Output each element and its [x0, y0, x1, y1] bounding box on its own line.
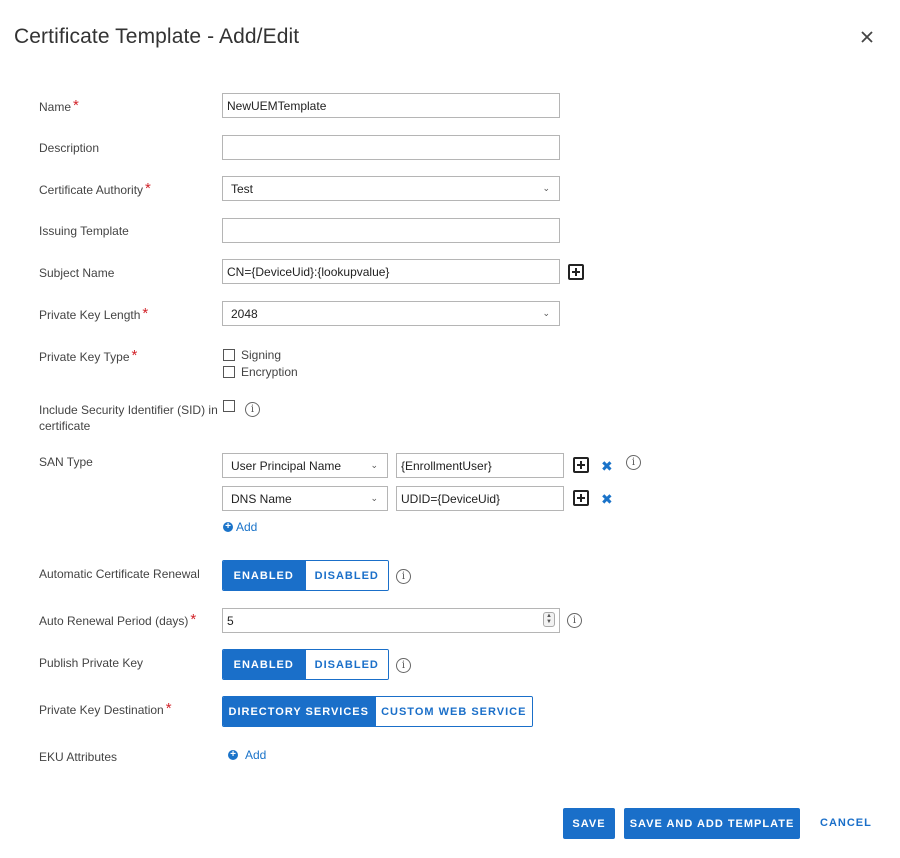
required-marker: *: [190, 611, 197, 628]
ca-select[interactable]: Test ⌄: [222, 176, 560, 201]
chevron-down-icon: ⌄: [370, 493, 378, 503]
info-icon[interactable]: i: [245, 402, 260, 417]
chevron-down-icon: ⌄: [542, 183, 550, 193]
encryption-label: Encryption: [241, 365, 298, 379]
dialog-title: Certificate Template - Add/Edit: [14, 25, 300, 48]
required-marker: *: [73, 97, 79, 114]
ca-label: Certificate Authority *: [39, 180, 151, 198]
remove-san-icon[interactable]: ✖: [601, 459, 613, 473]
chevron-down-icon: ⌄: [542, 308, 550, 318]
enabled-option[interactable]: ENABLED: [223, 650, 305, 679]
add-san-link[interactable]: + Add: [223, 520, 257, 534]
san-type-select[interactable]: DNS Name ⌄: [222, 486, 388, 511]
name-label: Name *: [39, 97, 79, 115]
key-length-label: Private Key Length *: [39, 305, 149, 323]
subject-name-label: Subject Name: [39, 266, 115, 280]
name-input[interactable]: [222, 93, 560, 118]
san-value-input[interactable]: [396, 486, 564, 511]
issuing-template-input[interactable]: [222, 218, 560, 243]
signing-checkbox[interactable]: [223, 349, 235, 361]
auto-renewal-toggle[interactable]: ENABLED DISABLED: [222, 560, 389, 591]
info-icon[interactable]: i: [396, 569, 411, 584]
description-input[interactable]: [222, 135, 560, 160]
renewal-period-label: Auto Renewal Period (days) *: [39, 611, 197, 629]
key-destination-label: Private Key Destination *: [39, 700, 172, 718]
san-type-select[interactable]: User Principal Name ⌄: [222, 453, 388, 478]
required-marker: *: [165, 700, 172, 717]
info-icon[interactable]: i: [626, 455, 641, 470]
renewal-period-input[interactable]: [222, 608, 560, 633]
key-length-select[interactable]: 2048 ⌄: [222, 301, 560, 326]
add-eku-link[interactable]: + Add: [228, 748, 266, 762]
save-and-add-template-button[interactable]: SAVE AND ADD TEMPLATE: [624, 808, 800, 839]
save-button[interactable]: SAVE: [563, 808, 615, 839]
cancel-button[interactable]: CANCEL: [820, 817, 872, 829]
required-marker: *: [131, 347, 138, 364]
plus-circle-icon: +: [228, 750, 238, 760]
chevron-down-icon: ⌄: [370, 460, 378, 470]
signing-label: Signing: [241, 348, 282, 362]
custom-web-service-option[interactable]: CUSTOM WEB SERVICE: [374, 697, 532, 726]
san-type-label: SAN Type: [39, 455, 93, 469]
description-label: Description: [39, 141, 100, 155]
publish-key-toggle[interactable]: ENABLED DISABLED: [222, 649, 389, 680]
info-icon[interactable]: i: [396, 658, 411, 673]
directory-services-option[interactable]: DIRECTORY SERVICES: [223, 697, 375, 726]
add-san-variable-icon[interactable]: [573, 457, 589, 473]
auto-renewal-label: Automatic Certificate Renewal: [39, 567, 200, 581]
info-icon[interactable]: i: [567, 613, 582, 628]
number-stepper[interactable]: ▲ ▼: [543, 612, 555, 627]
add-san-variable-icon[interactable]: [573, 490, 589, 506]
sid-checkbox[interactable]: [223, 400, 235, 412]
issuing-template-label: Issuing Template: [39, 224, 129, 238]
encryption-checkbox[interactable]: [223, 366, 235, 378]
key-type-label: Private Key Type *: [39, 347, 138, 365]
eku-label: EKU Attributes: [39, 750, 118, 764]
add-subject-variable-icon[interactable]: [568, 264, 584, 280]
sid-label: Include Security Identifier (SID) in cert…: [39, 403, 218, 433]
remove-san-icon[interactable]: ✖: [601, 492, 613, 506]
required-marker: *: [142, 305, 149, 322]
key-destination-toggle[interactable]: DIRECTORY SERVICES CUSTOM WEB SERVICE: [222, 696, 533, 727]
plus-circle-icon: +: [223, 522, 233, 532]
san-value-input[interactable]: [396, 453, 564, 478]
close-icon[interactable]: [857, 27, 877, 47]
subject-name-input[interactable]: [222, 259, 560, 284]
enabled-option[interactable]: ENABLED: [223, 561, 305, 590]
publish-key-label: Publish Private Key: [39, 656, 144, 670]
disabled-option[interactable]: DISABLED: [304, 561, 388, 590]
required-marker: *: [145, 180, 151, 197]
disabled-option[interactable]: DISABLED: [304, 650, 388, 679]
